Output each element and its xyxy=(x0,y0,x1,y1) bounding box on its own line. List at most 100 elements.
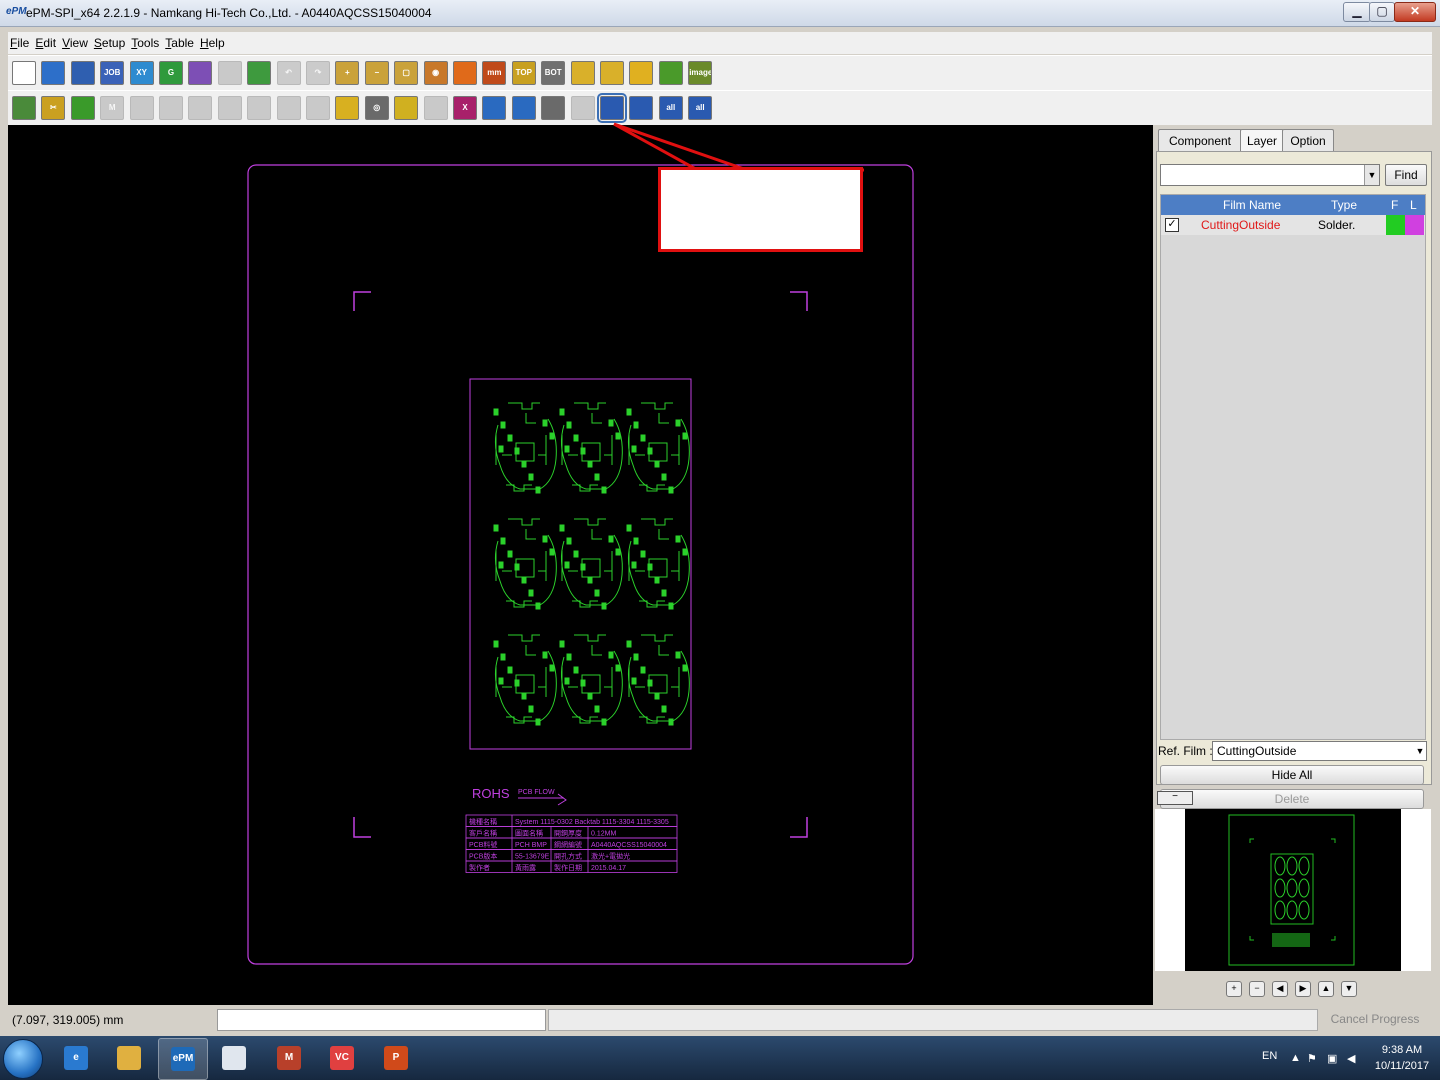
minimize-button[interactable]: ▁ xyxy=(1343,2,1371,22)
grid-icon[interactable] xyxy=(217,61,242,85)
menu-help[interactable]: Help xyxy=(198,32,227,54)
hide-all-button[interactable]: Hide All xyxy=(1160,765,1424,785)
merge-icon[interactable] xyxy=(482,96,507,120)
zoom-window-icon[interactable]: ▢ xyxy=(394,61,419,85)
minimap-up-button[interactable]: ▲ xyxy=(1318,981,1334,997)
settings-gray-icon[interactable] xyxy=(276,96,301,120)
tab-layer[interactable]: Layer xyxy=(1240,129,1284,152)
cad-all-icon[interactable]: all xyxy=(658,96,683,120)
stack-icon[interactable] xyxy=(423,96,448,120)
chevron-down-icon[interactable]: ▼ xyxy=(1364,165,1379,185)
array2-icon[interactable] xyxy=(188,96,213,120)
taskbar-app[interactable]: ePM xyxy=(158,1038,208,1080)
columns-icon[interactable] xyxy=(541,96,566,120)
film-icon[interactable] xyxy=(247,61,272,85)
split-icon[interactable] xyxy=(570,96,595,120)
cad-icon[interactable] xyxy=(597,93,627,123)
transfer-icon[interactable] xyxy=(511,96,536,120)
col-type[interactable]: Type xyxy=(1331,198,1357,212)
group-icon[interactable] xyxy=(217,96,242,120)
layer-visible-checkbox[interactable]: ✓ xyxy=(1165,218,1179,232)
minimap-left-button[interactable]: ◀ xyxy=(1272,981,1288,997)
network-icon[interactable]: ▣ xyxy=(1327,1052,1337,1065)
export-icon[interactable] xyxy=(188,61,213,85)
redo-icon[interactable]: ↷ xyxy=(306,61,330,85)
col-f[interactable]: F xyxy=(1391,198,1398,212)
g-icon[interactable]: G xyxy=(159,61,183,85)
globe-icon[interactable] xyxy=(394,96,419,120)
delete-button[interactable]: Delete xyxy=(1160,789,1424,809)
pad-gray-icon[interactable] xyxy=(129,96,154,120)
taskbar-app[interactable]: VC xyxy=(318,1038,366,1078)
taskbar-app[interactable] xyxy=(210,1038,258,1078)
minimap-right-button[interactable]: ▶ xyxy=(1295,981,1311,997)
menu-edit[interactable]: Edit xyxy=(33,32,58,54)
start-button[interactable] xyxy=(3,1039,43,1079)
maximize-button[interactable]: ▢ xyxy=(1369,2,1395,22)
align-icon[interactable] xyxy=(658,61,683,85)
grid2-icon[interactable] xyxy=(306,96,330,120)
zoom-out-icon[interactable]: − xyxy=(364,61,389,85)
pcb-canvas[interactable]: ROHS PCB FLOW 機種名稱 System 1115-0302 Backt… xyxy=(8,125,1153,1005)
menu-tools[interactable]: Tools xyxy=(129,32,161,54)
minimap-collapse-button[interactable]: − xyxy=(1157,791,1193,805)
cancel-progress-button[interactable]: Cancel Progress xyxy=(1320,1009,1430,1029)
menu-view[interactable]: View xyxy=(60,32,90,54)
taskbar-app[interactable]: P xyxy=(372,1038,420,1078)
find-button[interactable]: Find xyxy=(1385,164,1427,186)
bottom-view-icon[interactable]: BOT xyxy=(541,61,566,85)
array-icon[interactable] xyxy=(159,96,183,120)
pencil-icon[interactable] xyxy=(12,96,36,120)
minimap-down-button[interactable]: ▼ xyxy=(1341,981,1357,997)
film-color-swatch[interactable] xyxy=(1386,215,1405,235)
cut-icon[interactable]: ✂ xyxy=(41,96,66,120)
image-icon[interactable]: image xyxy=(688,61,713,85)
show-hidden-icons-icon[interactable]: ▲ xyxy=(1290,1052,1301,1064)
delete-x-icon[interactable]: X xyxy=(453,96,477,120)
menu-setup[interactable]: Setup xyxy=(92,32,127,54)
col-film-name[interactable]: Film Name xyxy=(1223,198,1281,212)
flip-icon[interactable] xyxy=(335,96,360,120)
chip-icon[interactable] xyxy=(70,96,95,120)
taskbar-app[interactable]: e xyxy=(52,1038,100,1078)
clock-date[interactable]: 10/11/2017 xyxy=(1371,1060,1433,1072)
layout-icon[interactable] xyxy=(453,61,477,85)
zoom-in-icon[interactable]: + xyxy=(335,61,360,85)
ref-film-select[interactable]: CuttingOutside ▼ xyxy=(1212,741,1427,761)
menu-file[interactable]: File xyxy=(8,32,31,54)
minimap-zoom-in-button[interactable]: + xyxy=(1226,981,1242,997)
tab-option[interactable]: Option xyxy=(1282,129,1334,152)
rotate-icon[interactable] xyxy=(570,61,595,85)
table-row[interactable]: ✓ CuttingOutside Solder. xyxy=(1161,215,1425,235)
taskbar-app[interactable] xyxy=(105,1038,153,1078)
layer-color-swatch[interactable] xyxy=(1405,215,1424,235)
minimap[interactable] xyxy=(1155,809,1431,971)
save-icon[interactable] xyxy=(70,61,95,85)
taskbar-app[interactable]: M xyxy=(265,1038,313,1078)
measure-mm-icon[interactable]: mm xyxy=(482,61,507,85)
xy-icon[interactable]: XY xyxy=(129,61,154,85)
gear-gray-icon[interactable] xyxy=(247,96,272,120)
chevron-down-icon[interactable]: ▼ xyxy=(1414,742,1426,760)
new-file-icon[interactable] xyxy=(12,61,36,85)
job-icon[interactable]: JOB xyxy=(100,61,125,85)
component-icon[interactable] xyxy=(600,61,624,85)
film-search-combo[interactable]: ▼ xyxy=(1160,164,1380,186)
undo-icon[interactable]: ↶ xyxy=(276,61,301,85)
language-indicator[interactable]: EN xyxy=(1262,1050,1277,1062)
cad2-icon[interactable] xyxy=(629,96,654,120)
volume-icon[interactable]: ◀ xyxy=(1347,1052,1355,1065)
tab-component[interactable]: Component xyxy=(1158,129,1242,152)
clock-time[interactable]: 9:38 AM xyxy=(1371,1044,1433,1056)
mark-icon[interactable]: M xyxy=(100,96,125,120)
minimap-zoom-out-button[interactable]: − xyxy=(1249,981,1265,997)
pad-icon[interactable] xyxy=(629,61,654,85)
col-l[interactable]: L xyxy=(1410,198,1417,212)
cad-all2-icon[interactable]: all xyxy=(688,96,713,120)
top-view-icon[interactable]: TOP xyxy=(511,61,536,85)
zoom-fit-icon[interactable]: ◉ xyxy=(423,61,448,85)
close-button[interactable]: ✕ xyxy=(1394,2,1436,22)
menu-table[interactable]: Table xyxy=(163,32,196,54)
target-icon[interactable]: ◎ xyxy=(364,96,389,120)
flag-icon[interactable]: ⚑ xyxy=(1307,1052,1317,1065)
